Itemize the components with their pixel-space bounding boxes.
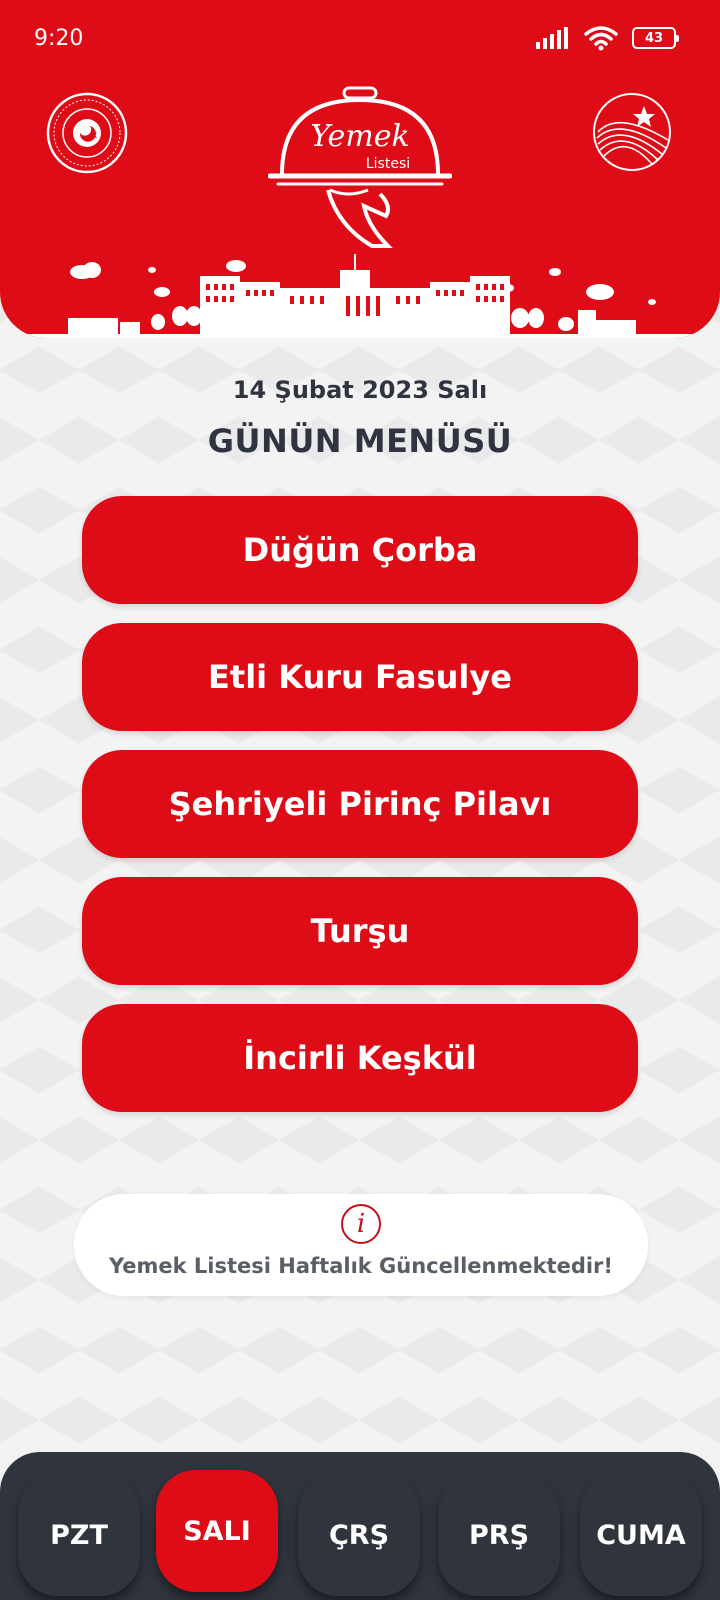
status-time: 9:20 <box>34 26 84 51</box>
info-text: Yemek Listesi Haftalık Güncellenmektedir… <box>108 1254 613 1278</box>
logo-text-main: Yemek <box>310 119 409 154</box>
menu-item-soup[interactable]: Düğün Çorba <box>82 496 638 604</box>
menu-item-rice[interactable]: Şehriyeli Pirinç Pilavı <box>82 750 638 858</box>
info-notice: i Yemek Listesi Haftalık Güncellenmekted… <box>74 1194 648 1296</box>
star-crescent-logo-icon <box>593 93 671 171</box>
tab-wednesday[interactable]: ÇRŞ <box>298 1474 420 1596</box>
logo-text-sub: Listesi <box>366 156 410 172</box>
bottom-day-nav: PZT SALI ÇRŞ PRŞ CUMA <box>0 1452 720 1600</box>
yemek-listesi-logo: Yemek Listesi <box>268 86 452 248</box>
menu-list: Düğün Çorba Etli Kuru Fasulye Şehriyeli … <box>82 496 638 1131</box>
date-label: 14 Şubat 2023 Salı <box>232 376 488 404</box>
menu-item-pickle[interactable]: Turşu <box>82 877 638 985</box>
ministry-seal-icon <box>46 92 128 174</box>
battery-icon: 43 <box>632 27 679 49</box>
menu-item-main-course[interactable]: Etli Kuru Fasulye <box>82 623 638 731</box>
header-banner: 9:20 43 Yemek Listesi <box>0 0 720 338</box>
status-bar: 9:20 43 <box>0 0 720 80</box>
tab-monday[interactable]: PZT <box>18 1474 140 1596</box>
battery-level: 43 <box>644 30 664 46</box>
tab-friday[interactable]: CUMA <box>580 1474 702 1596</box>
tab-tuesday[interactable]: SALI <box>156 1470 278 1592</box>
wifi-icon <box>584 26 618 51</box>
page-title: GÜNÜN MENÜSÜ <box>207 422 513 460</box>
tab-thursday[interactable]: PRŞ <box>438 1474 560 1596</box>
city-skyline-illustration <box>0 254 720 338</box>
info-icon: i <box>341 1204 381 1244</box>
status-icons: 43 <box>536 24 679 52</box>
signal-icon <box>536 27 568 49</box>
menu-item-dessert[interactable]: İncirli Keşkül <box>82 1004 638 1112</box>
